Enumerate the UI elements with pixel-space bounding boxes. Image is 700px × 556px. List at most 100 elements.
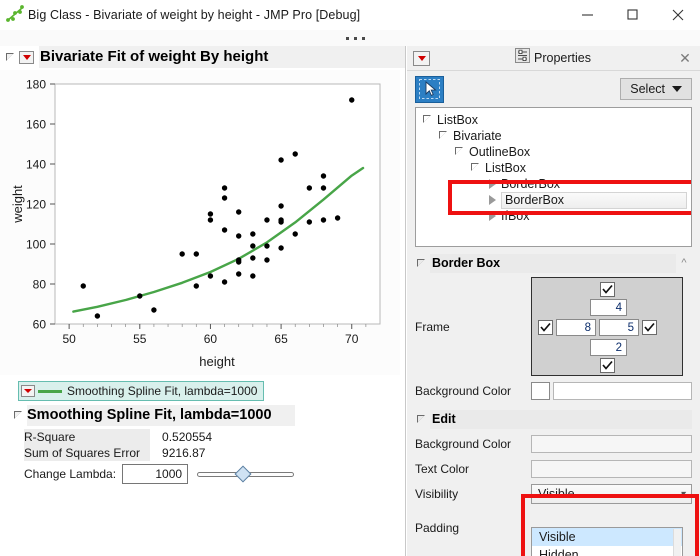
close-button[interactable] [655,0,700,30]
tree-item-borderbox-5[interactable]: BorderBox [416,191,691,209]
tree-item-ifbox-6[interactable]: IfBox [416,208,691,224]
scatter-point[interactable] [278,157,284,163]
tree-item-outlinebox-2[interactable]: OutlineBox [416,144,691,160]
scatter-point[interactable] [221,195,228,201]
triangle-open-icon[interactable] [422,114,434,126]
scatter-point[interactable] [193,283,199,289]
edit-section-header[interactable]: Edit [415,409,692,429]
scatter-point[interactable] [306,185,313,191]
scatter-point[interactable] [264,243,270,249]
scatter-point[interactable] [334,215,341,221]
scatter-point[interactable] [236,233,242,239]
edit-disclosure-icon[interactable] [415,413,428,426]
maximize-button[interactable] [610,0,655,30]
toolbar-overflow-icon[interactable] [345,36,365,40]
scatter-point[interactable] [264,257,270,263]
tree-item-borderbox-4[interactable]: BorderBox [416,176,691,192]
border-box-background-color-field[interactable] [553,382,692,400]
lambda-slider[interactable] [197,464,295,484]
frame-bottom-value[interactable]: 2 [590,339,627,356]
element-tree[interactable]: ListBox Bivariate OutlineBox ListBox BorderB… [415,107,692,247]
minimize-button[interactable] [565,0,610,30]
scatter-point[interactable] [80,283,86,289]
scatter-point[interactable] [349,97,355,103]
frame-top-checkbox[interactable] [600,282,615,297]
scatter-point[interactable] [320,217,327,223]
tree-item-label: OutlineBox [469,145,531,159]
frame-bottom-checkbox[interactable] [600,358,615,373]
tree-item-listbox-0[interactable]: ListBox [416,112,691,128]
triangle-closed-icon[interactable] [486,194,498,206]
scatter-point[interactable] [221,279,228,285]
scatter-point[interactable] [278,203,284,209]
properties-red-triangle-icon[interactable] [413,50,430,66]
border-box-section-header[interactable]: Border Box ^ [415,253,692,273]
scatter-point[interactable] [236,271,242,277]
frame-left-value[interactable]: 8 [556,319,596,336]
scatter-point[interactable] [250,231,256,237]
arrow-select-tool-button[interactable] [415,75,444,103]
lambda-input[interactable] [122,464,189,484]
close-icon[interactable]: ✕ [676,51,694,65]
dropdown-option-visible[interactable]: Visible [532,528,682,546]
frame-top-value[interactable]: 4 [590,299,627,316]
scatter-point[interactable] [306,219,313,225]
scatter-point[interactable] [207,217,214,223]
scatter-point[interactable] [179,251,185,257]
select-button[interactable]: Select [620,78,692,100]
edit-background-color-field[interactable] [531,435,692,453]
x-axis-tick-label: 70 [345,332,359,346]
scatter-point[interactable] [320,185,327,191]
scatter-point[interactable] [320,173,327,179]
scatter-point[interactable] [193,251,199,257]
dropdown-option-hidden[interactable]: Hidden [532,546,682,556]
scatter-point[interactable] [236,209,242,215]
scatter-point[interactable] [278,245,284,251]
scatter-point[interactable] [264,217,270,223]
triangle-open-icon[interactable] [454,146,466,158]
visibility-dropdown-list[interactable]: VisibleHiddenCollapse [531,527,683,556]
bivariate-outline-header[interactable]: Bivariate Fit of weight By height [0,46,405,68]
tree-item-label: IfBox [501,209,530,223]
slider-thumb[interactable] [234,465,252,483]
tree-item-label: ListBox [485,161,526,175]
triangle-open-icon[interactable] [470,162,482,174]
red-triangle-menu-icon[interactable] [19,50,34,64]
legend-red-triangle-icon[interactable] [21,385,35,397]
scatter-point[interactable] [250,255,256,261]
scatter-point[interactable] [137,293,143,299]
spline-legend[interactable]: Smoothing Spline Fit, lambda=1000 [18,381,265,401]
scroll-up-chevron-icon[interactable]: ^ [676,257,692,269]
spline-disclosure-triangle-icon[interactable] [12,409,25,422]
disclosure-triangle-icon[interactable] [4,51,17,64]
border-box-disclosure-icon[interactable] [415,257,428,270]
scatter-point[interactable] [221,185,228,191]
tree-item-listbox-3[interactable]: ListBox [416,160,691,176]
frame-left-checkbox[interactable] [538,320,553,335]
triangle-closed-icon[interactable] [486,178,498,190]
scatter-point[interactable] [292,151,298,157]
scatter-point[interactable] [236,259,242,265]
scatter-point[interactable] [250,243,256,249]
scatter-point[interactable] [250,273,256,279]
edit-text-color-label: Text Color [415,462,470,476]
legend-label: Smoothing Spline Fit, lambda=1000 [67,384,258,398]
scatter-point[interactable] [221,227,228,233]
scatter-point[interactable] [151,307,157,313]
triangle-closed-icon[interactable] [486,210,498,222]
tree-item-bivariate-1[interactable]: Bivariate [416,128,691,144]
scatter-point[interactable] [292,231,298,237]
visibility-select[interactable]: Visible ▾ [531,484,692,504]
edit-text-color-field[interactable] [531,460,692,478]
border-box-background-color-swatch[interactable] [531,382,550,400]
scatter-point[interactable] [278,217,284,223]
scatter-point[interactable] [207,211,214,217]
spline-outline-header[interactable]: Smoothing Spline Fit, lambda=1000 [0,405,295,426]
bivariate-scatter-chart: 60 80 100 120 140 160 180 50 55 60 65 70 weight he… [0,70,400,375]
dropdown-scrollbar[interactable] [673,529,681,556]
triangle-open-icon[interactable] [438,130,450,142]
frame-right-value[interactable]: 5 [599,319,639,336]
frame-right-checkbox[interactable] [642,320,657,335]
scatter-point[interactable] [207,273,214,279]
scatter-point[interactable] [94,313,101,319]
